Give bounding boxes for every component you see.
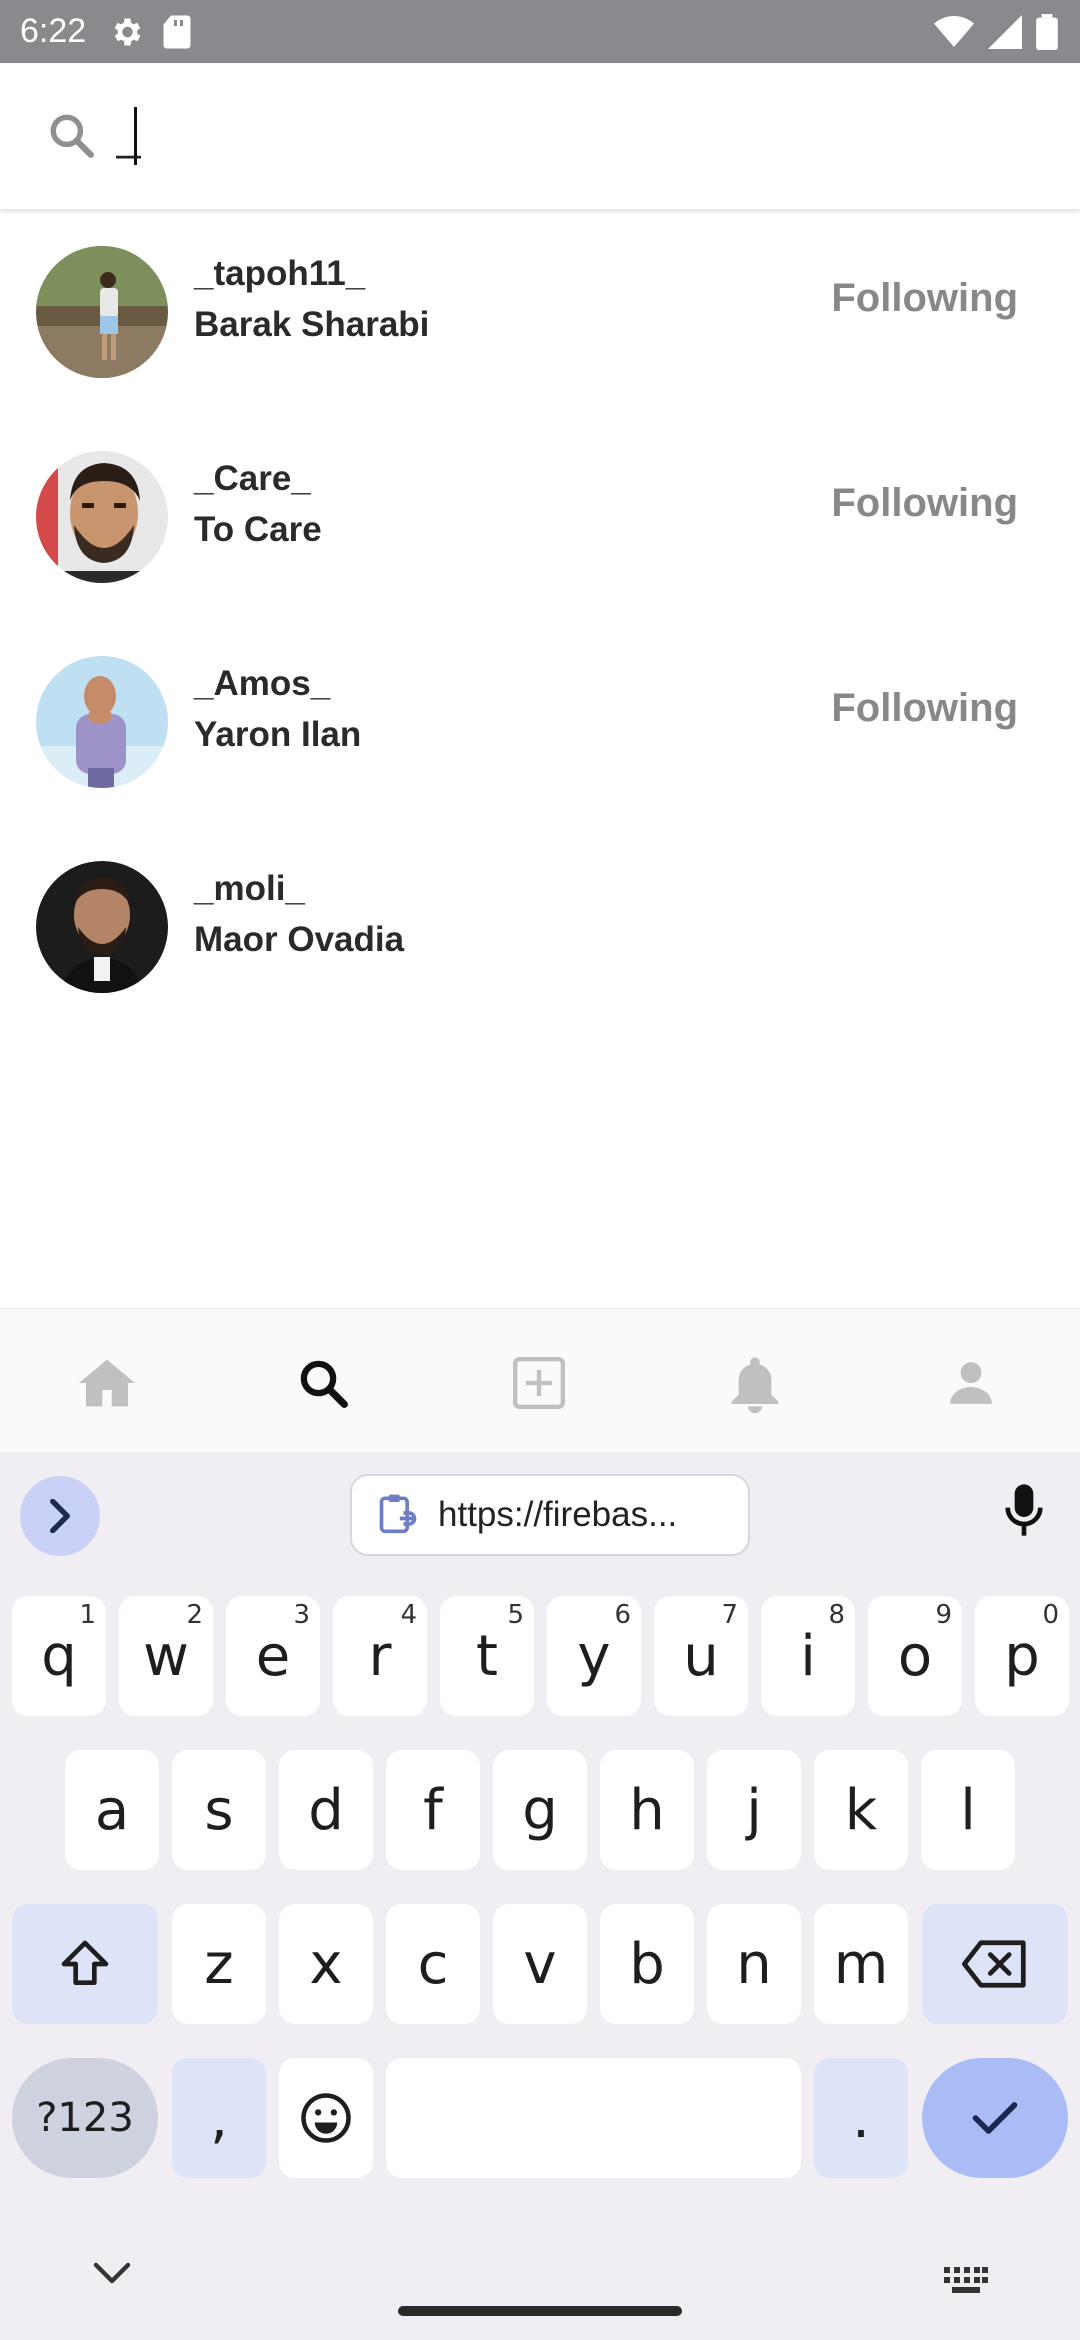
- emoji-icon: [301, 2093, 351, 2143]
- username: _tapoh11_: [194, 254, 366, 293]
- search-bar: [0, 63, 1080, 210]
- key-t[interactable]: t5: [440, 1596, 534, 1716]
- symbols-key[interactable]: ?123: [12, 2058, 158, 2178]
- key-n[interactable]: n: [707, 1904, 801, 2024]
- notifications-icon[interactable]: [725, 1353, 785, 1414]
- full-name: To Care: [194, 510, 322, 549]
- sd-card-icon: [162, 14, 192, 55]
- key-i[interactable]: i8: [761, 1596, 855, 1716]
- comma-key[interactable]: ,: [172, 2058, 266, 2178]
- clipboard-link-icon: [376, 1491, 420, 1540]
- keyboard-suggestion-strip: https://firebas...: [0, 1452, 1080, 1572]
- home-indicator[interactable]: [398, 2306, 682, 2316]
- period-key[interactable]: .: [814, 2058, 908, 2178]
- key-p[interactable]: p0: [975, 1596, 1069, 1716]
- expand-toolbar-button[interactable]: [20, 1476, 100, 1556]
- done-key[interactable]: [922, 2058, 1068, 2178]
- full-name: Yaron Ilan: [194, 715, 362, 754]
- clipboard-suggestion[interactable]: https://firebas...: [350, 1474, 750, 1556]
- key-b[interactable]: b: [600, 1904, 694, 2024]
- key-j[interactable]: j: [707, 1750, 801, 1870]
- full-name: Maor Ovadia: [194, 920, 405, 959]
- hide-keyboard-icon[interactable]: [92, 2260, 132, 2291]
- avatar[interactable]: [36, 451, 168, 583]
- following-button[interactable]: Following: [831, 481, 1018, 526]
- key-m[interactable]: m: [814, 1904, 908, 2024]
- battery-icon: [1036, 14, 1058, 55]
- status-bar: 6:22: [0, 0, 1080, 63]
- key-x[interactable]: x: [279, 1904, 373, 2024]
- on-screen-keyboard: https://firebas... q1 w2 e3 r4 t5 y6 u7 …: [0, 1452, 1080, 2340]
- text-cursor: [134, 107, 137, 165]
- list-item[interactable]: _tapoh11_ Barak Sharabi Following: [0, 210, 1080, 415]
- list-item[interactable]: _moli_ Maor Ovadia: [0, 825, 1080, 1030]
- space-key[interactable]: [386, 2058, 801, 2178]
- clipboard-text: https://firebas...: [438, 1495, 678, 1534]
- full-name: Barak Sharabi: [194, 305, 430, 344]
- checkmark-icon: [972, 2102, 1018, 2134]
- shift-icon: [61, 1940, 109, 1985]
- bottom-navigation: [0, 1308, 1080, 1452]
- key-c[interactable]: c: [386, 1904, 480, 2024]
- key-w[interactable]: w2: [119, 1596, 213, 1716]
- key-q[interactable]: q1: [12, 1596, 106, 1716]
- key-z[interactable]: z: [172, 1904, 266, 2024]
- following-button[interactable]: Following: [831, 276, 1018, 321]
- key-v[interactable]: v: [493, 1904, 587, 2024]
- search-icon: [46, 110, 96, 165]
- keyboard-switch-icon[interactable]: [944, 2267, 988, 2298]
- username: _Amos_: [194, 664, 331, 703]
- list-item[interactable]: _Care_ To Care Following: [0, 415, 1080, 620]
- status-time: 6:22: [20, 12, 87, 50]
- add-post-icon[interactable]: [509, 1353, 569, 1413]
- search-icon[interactable]: [293, 1353, 353, 1413]
- backspace-icon: [962, 1940, 1026, 1988]
- list-item[interactable]: _Amos_ Yaron Ilan Following: [0, 620, 1080, 825]
- home-icon[interactable]: [77, 1353, 137, 1413]
- key-u[interactable]: u7: [654, 1596, 748, 1716]
- key-k[interactable]: k: [814, 1750, 908, 1870]
- avatar[interactable]: [36, 861, 168, 993]
- key-y[interactable]: y6: [547, 1596, 641, 1716]
- username: _moli_: [194, 869, 305, 908]
- settings-icon: [108, 14, 144, 55]
- avatar[interactable]: [36, 246, 168, 378]
- wifi-icon: [934, 15, 974, 54]
- shift-key[interactable]: [12, 1904, 158, 2024]
- following-button[interactable]: Following: [831, 686, 1018, 731]
- backspace-key[interactable]: [922, 1904, 1068, 2024]
- avatar[interactable]: [36, 656, 168, 788]
- key-g[interactable]: g: [493, 1750, 587, 1870]
- profile-icon[interactable]: [941, 1353, 1001, 1413]
- signal-icon: [988, 15, 1022, 54]
- key-f[interactable]: f: [386, 1750, 480, 1870]
- search-input[interactable]: [116, 101, 1016, 171]
- key-h[interactable]: h: [600, 1750, 694, 1870]
- key-d[interactable]: d: [279, 1750, 373, 1870]
- key-l[interactable]: l: [921, 1750, 1015, 1870]
- key-a[interactable]: a: [65, 1750, 159, 1870]
- microphone-icon[interactable]: [1004, 1482, 1044, 1543]
- key-e[interactable]: e3: [226, 1596, 320, 1716]
- key-s[interactable]: s: [172, 1750, 266, 1870]
- key-r[interactable]: r4: [333, 1596, 427, 1716]
- key-o[interactable]: o9: [868, 1596, 962, 1716]
- emoji-key[interactable]: [279, 2058, 373, 2178]
- username: _Care_: [194, 459, 311, 498]
